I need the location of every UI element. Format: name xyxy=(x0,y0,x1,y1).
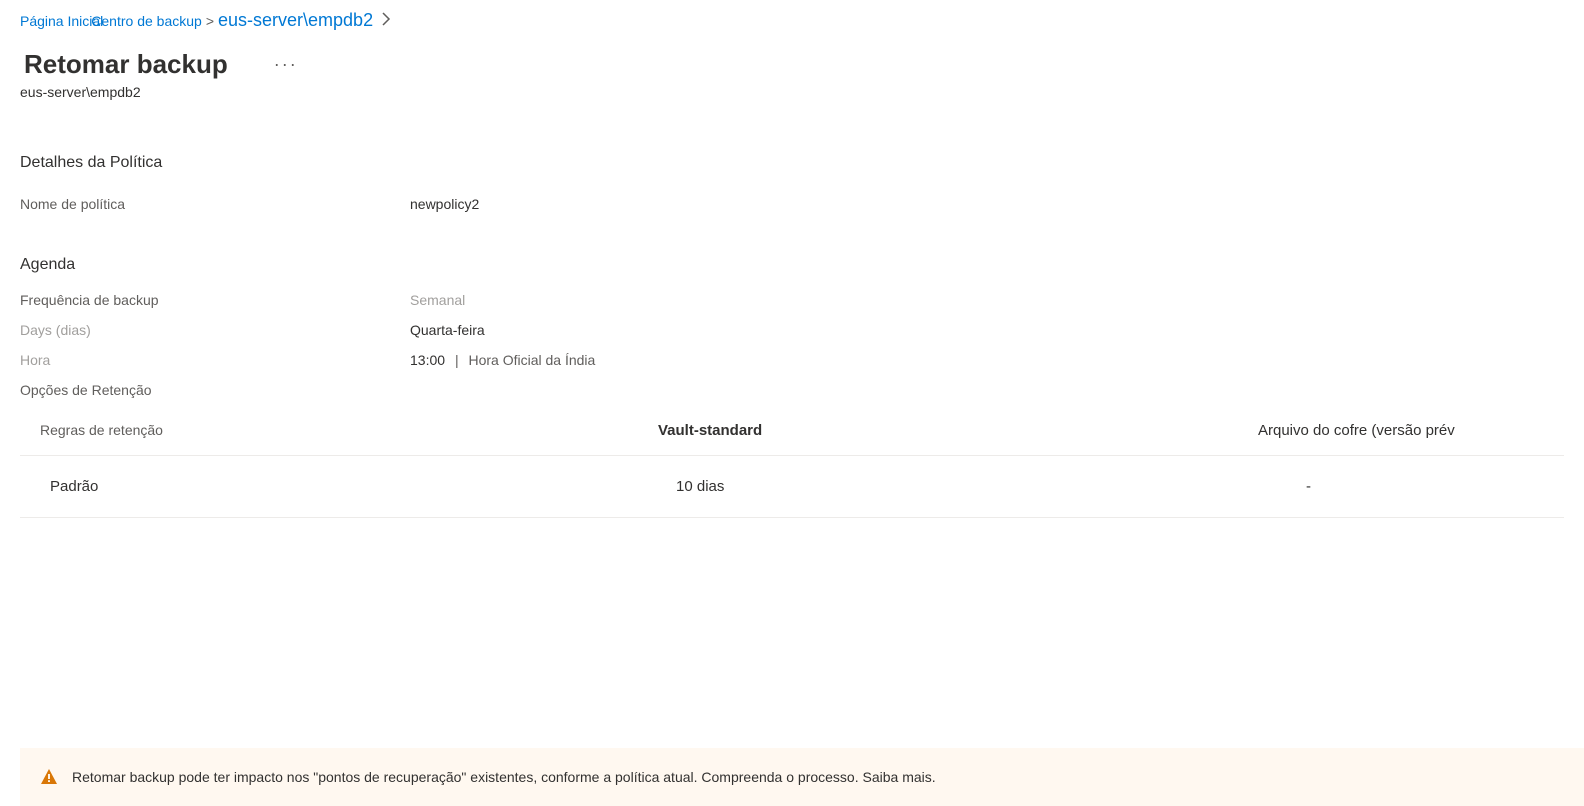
time-label: Hora xyxy=(20,352,410,368)
retention-table-header: Regras de retenção Vault-standard Arquiv… xyxy=(20,422,1564,456)
backup-frequency-value: Semanal xyxy=(410,292,465,308)
time-separator: | xyxy=(455,352,459,368)
more-actions-button[interactable]: ··· xyxy=(274,54,298,75)
time-value-wrap: 13:00 | Hora Oficial da Índia xyxy=(410,352,595,368)
schedule-section-header: Agenda xyxy=(20,256,1564,274)
retention-archive-value: - xyxy=(1258,478,1564,495)
warning-icon xyxy=(40,768,58,786)
policy-name-label: Nome de política xyxy=(20,196,410,212)
retention-rule-name: Padrão xyxy=(20,478,658,495)
days-value: Quarta-feira xyxy=(410,322,485,338)
warning-text: Retomar backup pode ter impacto nos "pon… xyxy=(72,769,936,785)
page-subtitle: eus-server\empdb2 xyxy=(0,82,1584,100)
breadcrumb-current[interactable]: eus-server\empdb2 xyxy=(218,10,373,31)
backup-frequency-row: Frequência de backup Semanal xyxy=(20,292,1564,308)
retention-col-archive: Arquivo do cofre (versão prév xyxy=(1258,422,1564,439)
page-title-row: Retomar backup ··· xyxy=(0,35,1584,82)
days-row: Days (dias) Quarta-feira xyxy=(20,322,1564,338)
retention-options-label: Opções de Retenção xyxy=(20,382,1564,398)
timezone-value: Hora Oficial da Índia xyxy=(468,352,595,368)
time-row: Hora 13:00 | Hora Oficial da Índia xyxy=(20,352,1564,368)
policy-name-row: Nome de política newpolicy2 xyxy=(20,196,1564,212)
page-title: Retomar backup xyxy=(24,49,228,80)
policy-name-value: newpolicy2 xyxy=(410,196,479,212)
days-label: Days (dias) xyxy=(20,322,410,338)
chevron-right-icon xyxy=(381,10,391,31)
warning-bar: Retomar backup pode ter impacto nos "pon… xyxy=(20,748,1584,806)
retention-col-vault: Vault-standard xyxy=(658,422,1258,439)
time-value: 13:00 xyxy=(410,352,445,368)
policy-section-header: Detalhes da Política xyxy=(20,154,1564,172)
retention-vault-value: 10 dias xyxy=(658,478,1258,495)
breadcrumb-backup-center-link[interactable]: Centro de backup xyxy=(91,13,202,29)
backup-frequency-label: Frequência de backup xyxy=(20,292,410,308)
breadcrumb: Página Inicial Centro de backup > eus-se… xyxy=(0,0,1584,35)
retention-col-rules: Regras de retenção xyxy=(20,422,658,439)
table-row: Padrão 10 dias - xyxy=(20,456,1564,518)
breadcrumb-separator: > xyxy=(206,13,214,29)
